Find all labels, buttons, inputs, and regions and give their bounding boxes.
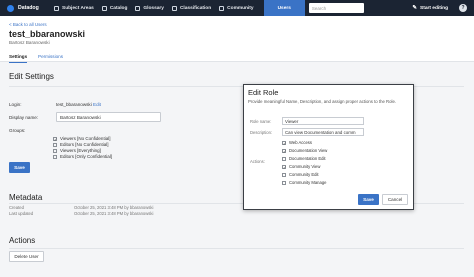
classification-icon — [171, 5, 177, 11]
dialog-title: Edit Role — [248, 88, 279, 97]
display-name-field[interactable]: Bartosz Baranowski — [56, 112, 161, 122]
search-input[interactable]: Search — [308, 3, 364, 13]
display-name-label: Display name: — [9, 115, 39, 120]
group-label: Editors [No Confidential] — [60, 142, 109, 147]
metadata-heading: Metadata — [9, 193, 43, 202]
description-label: Description: — [250, 130, 273, 135]
login-edit-link[interactable]: Edit — [93, 102, 101, 107]
nav-label: Catalog — [109, 5, 128, 11]
help-icon[interactable]: ? — [459, 4, 467, 12]
edit-role-dialog: Edit Role Provide meaningful Name, Descr… — [243, 84, 414, 210]
description-field[interactable]: Can view Documentation and comm — [282, 128, 364, 136]
nav-label: Subject Areas — [62, 5, 94, 11]
role-name-field[interactable]: Viewer — [282, 117, 364, 125]
delete-user-button[interactable]: Delete User — [9, 251, 44, 262]
group-checkbox[interactable]: Viewers [Everything] — [53, 148, 101, 153]
nav-label: Classification — [179, 5, 212, 11]
top-navbar: Datadog Subject Areas Catalog Glossary C… — [0, 0, 474, 16]
nav-label: Community — [227, 5, 254, 11]
action-checkbox[interactable]: Community Manage — [282, 180, 326, 185]
nav-label: Glossary — [143, 5, 164, 11]
action-label: Community Edit — [289, 172, 319, 177]
checkbox-icon — [53, 154, 57, 159]
actions-heading: Actions — [9, 236, 36, 245]
edit-settings-heading: Edit Settings — [9, 72, 54, 81]
nav-label: Users — [277, 5, 291, 11]
action-checkbox[interactable]: ✓ Documentation View — [282, 148, 327, 153]
group-checkbox[interactable]: Editors [No Confidential] — [53, 142, 109, 147]
checkbox-checked-icon: ✓ — [282, 164, 287, 170]
actions-label: Actions: — [250, 159, 265, 164]
nav-users[interactable]: Users — [263, 0, 305, 16]
action-checkbox[interactable]: Community Edit — [282, 172, 319, 177]
community-icon — [219, 5, 225, 11]
dialog-save-button[interactable]: Save — [358, 194, 379, 205]
tab-permissions[interactable]: Permissions — [38, 54, 63, 62]
group-label: Viewers [Everything] — [60, 148, 101, 153]
created-value: October 25, 2021 3:48 PM by bbaranowski — [74, 205, 154, 210]
action-label: Web Access — [289, 140, 312, 145]
login-value: test_bbaranowski Edit — [56, 102, 101, 107]
divider — [9, 248, 464, 249]
group-label: Viewers [No Confidential] — [60, 136, 111, 141]
login-label: Login: — [9, 102, 22, 107]
pencil-icon: ✎ — [412, 5, 418, 11]
start-editing-button[interactable]: ✎ Start editing — [412, 0, 448, 16]
role-name-label: Role name: — [250, 119, 272, 124]
action-label: Documentation Edit — [289, 156, 326, 161]
action-label: Community Manage — [289, 180, 327, 185]
group-label: Editors [Only Confidential] — [60, 154, 113, 159]
datadog-logo-icon — [7, 4, 14, 12]
updated-value: October 25, 2021 3:48 PM by bbaranowski — [74, 211, 154, 216]
login-text: test_bbaranowski — [56, 102, 92, 107]
group-checkbox[interactable]: Editors [Only Confidential] — [53, 154, 112, 159]
brand-name: Datadog — [18, 5, 39, 11]
nav-subject-areas[interactable]: Subject Areas — [50, 0, 98, 16]
checkbox-icon — [53, 142, 57, 147]
action-checkbox[interactable]: ✓ Community View — [282, 164, 320, 169]
checkbox-checked-icon: ✓ — [282, 140, 287, 146]
group-checkbox[interactable]: ✓ Viewers [No Confidential] — [53, 136, 110, 141]
checkbox-checked-icon: ✓ — [53, 136, 58, 142]
save-settings-button[interactable]: Save — [9, 162, 30, 173]
dialog-description: Provide meaningful Name, Description, an… — [248, 99, 397, 104]
action-checkbox[interactable]: Documentation Edit — [282, 156, 326, 161]
user-full-name: Bartosz Baranowski — [9, 40, 50, 45]
groups-label: Groups: — [9, 128, 26, 133]
created-label: Created — [9, 205, 24, 210]
checkbox-icon — [282, 172, 286, 177]
checkbox-checked-icon: ✓ — [282, 148, 287, 154]
glossary-icon — [135, 5, 141, 11]
back-link[interactable]: < Back to all Users — [9, 22, 47, 27]
nav-glossary[interactable]: Glossary — [131, 0, 168, 16]
page-title: test_bbaranowski — [9, 29, 86, 39]
action-label: Community View — [289, 164, 321, 169]
checkbox-icon — [282, 156, 286, 161]
page-header: < Back to all Users test_bbaranowski Bar… — [0, 16, 474, 63]
nav-catalog[interactable]: Catalog — [98, 0, 132, 16]
tab-settings[interactable]: Settings — [9, 54, 28, 63]
checkbox-icon — [282, 180, 286, 185]
start-editing-label: Start editing — [420, 5, 448, 11]
nav-community[interactable]: Community — [215, 0, 257, 16]
action-checkbox[interactable]: ✓ Web Access — [282, 140, 312, 145]
checkbox-icon — [53, 148, 57, 153]
catalog-icon — [101, 5, 107, 11]
subject-areas-icon — [54, 5, 59, 11]
dialog-cancel-button[interactable]: Cancel — [382, 194, 408, 205]
brand[interactable]: Datadog — [7, 4, 50, 12]
updated-label: Last updated — [9, 211, 34, 216]
nav-classification[interactable]: Classification — [168, 0, 215, 16]
action-label: Documentation View — [289, 148, 328, 153]
